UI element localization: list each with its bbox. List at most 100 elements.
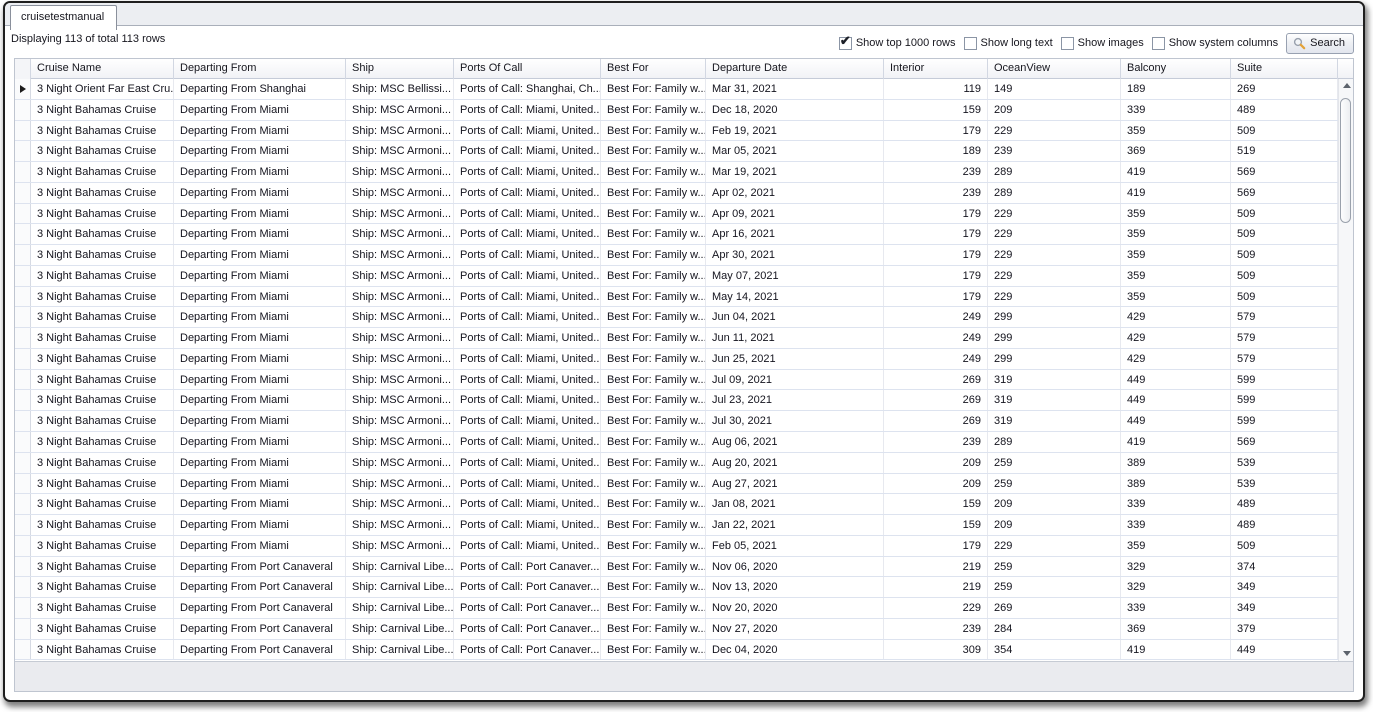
table-row[interactable]: 3 Night Bahamas CruiseDeparting From Mia… [15,494,1353,515]
cell-departure_date[interactable]: Jul 23, 2021 [706,390,884,410]
cell-oceanview[interactable]: 299 [988,349,1121,369]
row-selector-cell[interactable] [15,183,31,203]
cell-balcony[interactable]: 369 [1121,141,1231,161]
cell-oceanview[interactable]: 354 [988,640,1121,660]
cell-suite[interactable]: 509 [1231,224,1338,244]
cell-balcony[interactable]: 329 [1121,577,1231,597]
cell-ship[interactable]: Ship: MSC Armoni... [346,245,454,265]
cell-balcony[interactable]: 329 [1121,557,1231,577]
checkbox-show-system-columns[interactable]: ✔ Show system columns [1152,37,1278,50]
cell-balcony[interactable]: 359 [1121,121,1231,141]
cell-suite[interactable]: 509 [1231,121,1338,141]
cell-departing_from[interactable]: Departing From Miami [174,183,346,203]
row-selector-cell[interactable] [15,204,31,224]
cell-cruise_name[interactable]: 3 Night Bahamas Cruise [31,370,174,390]
cell-oceanview[interactable]: 319 [988,390,1121,410]
cell-cruise_name[interactable]: 3 Night Bahamas Cruise [31,453,174,473]
cell-cruise_name[interactable]: 3 Night Bahamas Cruise [31,577,174,597]
cell-oceanview[interactable]: 259 [988,557,1121,577]
cell-departure_date[interactable]: Jan 22, 2021 [706,515,884,535]
row-selector-cell[interactable] [15,577,31,597]
cell-cruise_name[interactable]: 3 Night Orient Far East Cru... [31,79,174,99]
cell-ports_of_call[interactable]: Ports of Call: Miami, United... [454,390,601,410]
cell-balcony[interactable]: 389 [1121,453,1231,473]
cell-ship[interactable]: Ship: MSC Armoni... [346,162,454,182]
cell-cruise_name[interactable]: 3 Night Bahamas Cruise [31,183,174,203]
cell-ports_of_call[interactable]: Ports of Call: Port Canaver... [454,577,601,597]
table-row[interactable]: 3 Night Bahamas CruiseDeparting From Mia… [15,411,1353,432]
cell-suite[interactable]: 599 [1231,370,1338,390]
cell-departure_date[interactable]: Apr 09, 2021 [706,204,884,224]
row-selector-cell[interactable] [15,411,31,431]
table-row[interactable]: 3 Night Bahamas CruiseDeparting From Mia… [15,245,1353,266]
cell-departing_from[interactable]: Departing From Miami [174,266,346,286]
cell-balcony[interactable]: 359 [1121,266,1231,286]
cell-ship[interactable]: Ship: MSC Armoni... [346,370,454,390]
checkbox-box[interactable]: ✔ [1061,37,1074,50]
cell-ports_of_call[interactable]: Ports of Call: Miami, United... [454,287,601,307]
cell-best_for[interactable]: Best For: Family w... [601,141,706,161]
cell-interior[interactable]: 189 [884,141,988,161]
cell-best_for[interactable]: Best For: Family w... [601,494,706,514]
cell-departing_from[interactable]: Departing From Miami [174,349,346,369]
cell-interior[interactable]: 119 [884,79,988,99]
cell-interior[interactable]: 179 [884,287,988,307]
cell-best_for[interactable]: Best For: Family w... [601,515,706,535]
cell-best_for[interactable]: Best For: Family w... [601,453,706,473]
cell-ship[interactable]: Ship: MSC Armoni... [346,307,454,327]
table-row[interactable]: 3 Night Bahamas CruiseDeparting From Por… [15,598,1353,619]
cell-departure_date[interactable]: Apr 02, 2021 [706,183,884,203]
checkbox-box[interactable]: ✔ [964,37,977,50]
cell-interior[interactable]: 229 [884,598,988,618]
table-row[interactable]: 3 Night Bahamas CruiseDeparting From Mia… [15,162,1353,183]
row-selector-cell[interactable] [15,266,31,286]
table-row[interactable]: 3 Night Bahamas CruiseDeparting From Mia… [15,287,1353,308]
row-selector-cell[interactable] [15,307,31,327]
cell-ports_of_call[interactable]: Ports of Call: Miami, United... [454,349,601,369]
cell-oceanview[interactable]: 259 [988,453,1121,473]
column-header-interior[interactable]: Interior [884,59,988,79]
column-header-cruise-name[interactable]: Cruise Name [31,59,174,79]
cell-departure_date[interactable]: Nov 27, 2020 [706,619,884,639]
cell-cruise_name[interactable]: 3 Night Bahamas Cruise [31,266,174,286]
cell-cruise_name[interactable]: 3 Night Bahamas Cruise [31,141,174,161]
cell-suite[interactable]: 269 [1231,79,1338,99]
table-row[interactable]: 3 Night Bahamas CruiseDeparting From Mia… [15,432,1353,453]
cell-interior[interactable]: 249 [884,307,988,327]
cell-departure_date[interactable]: Dec 18, 2020 [706,100,884,120]
cell-ports_of_call[interactable]: Ports of Call: Miami, United... [454,204,601,224]
column-header-oceanview[interactable]: OceanView [988,59,1121,79]
cell-cruise_name[interactable]: 3 Night Bahamas Cruise [31,390,174,410]
cell-departing_from[interactable]: Departing From Miami [174,224,346,244]
cell-departure_date[interactable]: Feb 19, 2021 [706,121,884,141]
cell-cruise_name[interactable]: 3 Night Bahamas Cruise [31,557,174,577]
row-selector-cell[interactable] [15,224,31,244]
table-row[interactable]: 3 Night Bahamas CruiseDeparting From Mia… [15,370,1353,391]
cell-ship[interactable]: Ship: Carnival Libe... [346,619,454,639]
cell-suite[interactable]: 569 [1231,432,1338,452]
cell-balcony[interactable]: 449 [1121,370,1231,390]
cell-ports_of_call[interactable]: Ports of Call: Miami, United... [454,162,601,182]
column-header-departure-date[interactable]: Departure Date [706,59,884,79]
cell-balcony[interactable]: 389 [1121,474,1231,494]
cell-suite[interactable]: 489 [1231,494,1338,514]
row-selector-cell[interactable] [15,619,31,639]
cell-oceanview[interactable]: 259 [988,577,1121,597]
cell-ports_of_call[interactable]: Ports of Call: Port Canaver... [454,598,601,618]
cell-cruise_name[interactable]: 3 Night Bahamas Cruise [31,536,174,556]
cell-departing_from[interactable]: Departing From Miami [174,515,346,535]
cell-cruise_name[interactable]: 3 Night Bahamas Cruise [31,494,174,514]
cell-oceanview[interactable]: 269 [988,598,1121,618]
cell-departure_date[interactable]: Apr 30, 2021 [706,245,884,265]
cell-departing_from[interactable]: Departing From Miami [174,287,346,307]
cell-oceanview[interactable]: 229 [988,536,1121,556]
cell-departure_date[interactable]: Feb 05, 2021 [706,536,884,556]
cell-suite[interactable]: 489 [1231,515,1338,535]
cell-balcony[interactable]: 419 [1121,640,1231,660]
cell-departure_date[interactable]: May 07, 2021 [706,266,884,286]
cell-interior[interactable]: 219 [884,557,988,577]
cell-ship[interactable]: Ship: MSC Armoni... [346,328,454,348]
cell-departing_from[interactable]: Departing From Miami [174,474,346,494]
cell-best_for[interactable]: Best For: Family w... [601,640,706,660]
row-selector-cell[interactable] [15,432,31,452]
